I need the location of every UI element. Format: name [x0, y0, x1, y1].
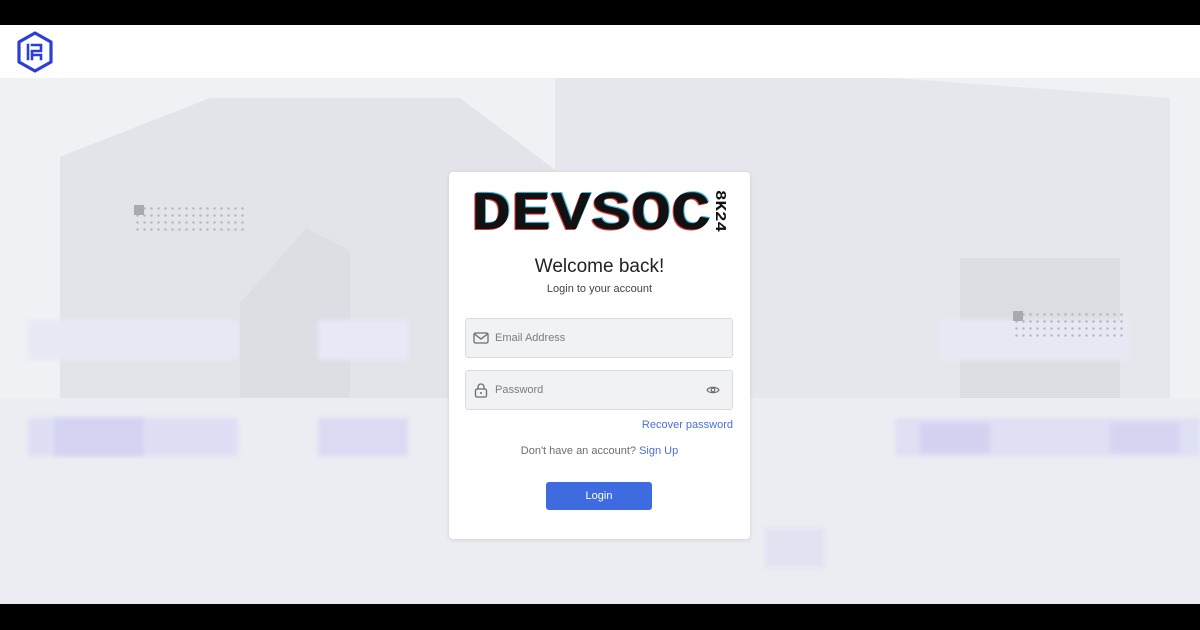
recover-password-link[interactable]: Recover password — [642, 419, 733, 431]
lock-icon — [474, 383, 488, 398]
login-button[interactable]: Login — [546, 482, 652, 510]
svg-text:DEVSOC: DEVSOC — [471, 186, 711, 236]
welcome-heading: Welcome back! — [534, 256, 665, 277]
login-card: DEVSOC DEVSOC DEVSOC 8K24 Welcome back! … — [449, 172, 750, 539]
email-input[interactable] — [495, 319, 695, 357]
password-field[interactable] — [465, 370, 733, 410]
mail-icon — [473, 332, 489, 344]
svg-text:8K24: 8K24 — [711, 190, 728, 232]
top-black-bar — [0, 0, 1200, 25]
signup-prompt: Don't have an account? Sign Up — [449, 445, 750, 457]
devsoc-brand-logo: DEVSOC DEVSOC DEVSOC 8K24 — [470, 186, 728, 236]
password-input[interactable] — [495, 371, 695, 409]
no-account-text: Don't have an account? — [520, 445, 637, 457]
email-field[interactable] — [465, 318, 733, 358]
dot-pattern-left — [134, 205, 244, 233]
bottom-black-bar — [0, 604, 1200, 630]
eye-icon[interactable] — [706, 383, 720, 397]
devsoc-hex-logo-icon[interactable] — [16, 31, 54, 73]
site-header — [0, 25, 1200, 78]
login-subtitle: Login to your account — [546, 283, 653, 295]
dot-pattern-right — [1013, 311, 1123, 339]
sign-up-link[interactable]: Sign Up — [639, 445, 678, 457]
